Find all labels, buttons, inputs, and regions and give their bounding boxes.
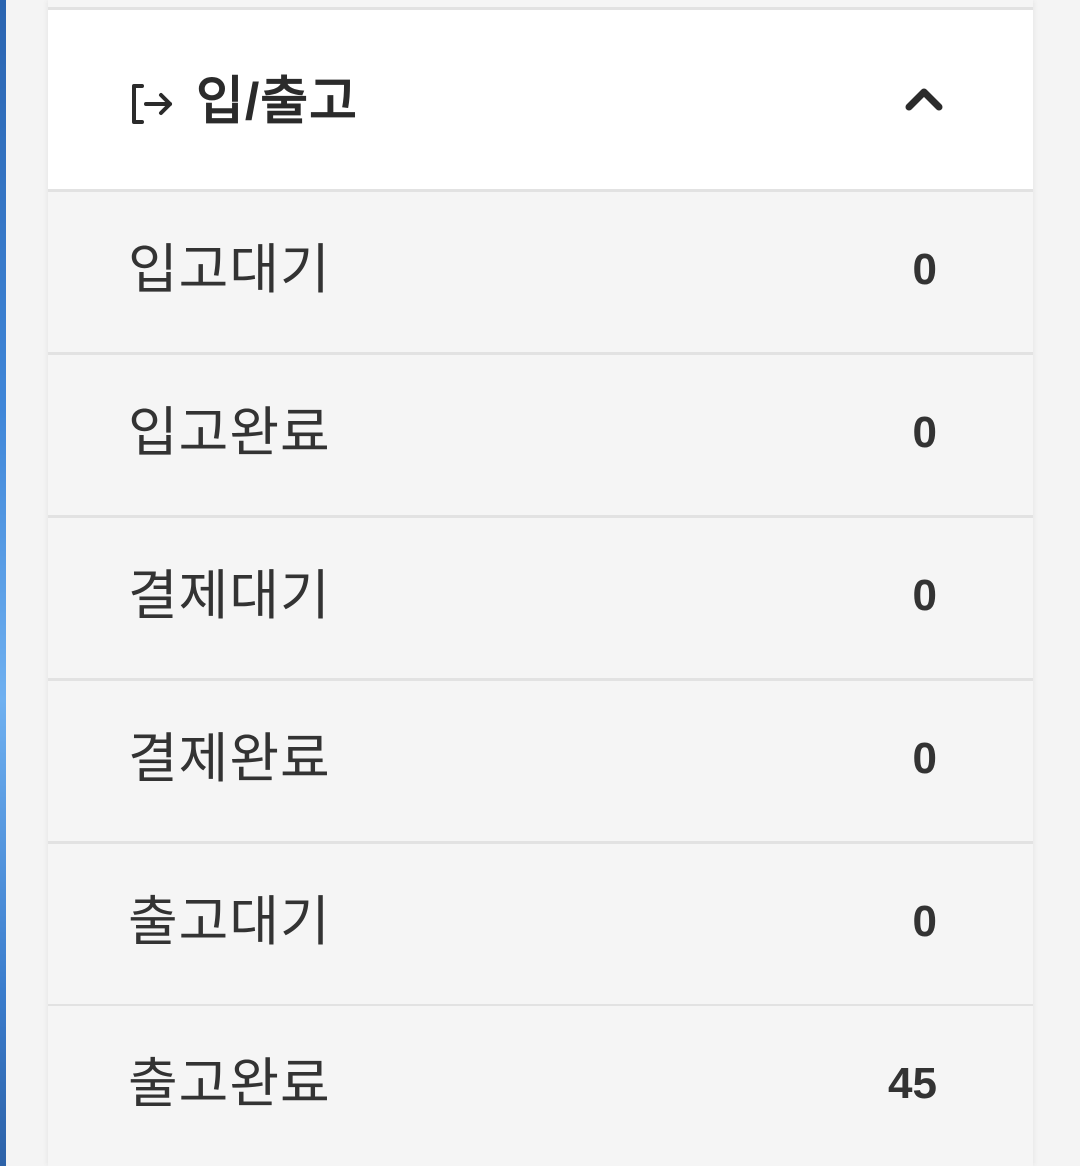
menu-item-count: 0 (912, 408, 937, 457)
menu-item-count: 45 (888, 1059, 937, 1108)
menu-item-label: 입고완료 (128, 403, 331, 463)
menu-item-label: 결제완료 (128, 729, 331, 789)
menu-item-inbound-complete[interactable]: 입고완료 0 (48, 355, 1033, 518)
menu-item-label: 출고대기 (128, 892, 331, 952)
sign-in-icon (132, 84, 172, 124)
menu-item-count: 0 (912, 571, 937, 620)
menu-item-payment-waiting[interactable]: 결제대기 0 (48, 518, 1033, 681)
menu-item-label: 출고완료 (128, 1054, 331, 1114)
section-header-inout[interactable]: 입/출고 (48, 10, 1033, 192)
menu-item-label: 결제대기 (128, 566, 331, 626)
menu-item-label: 입고대기 (128, 240, 331, 300)
chevron-up-icon[interactable] (904, 80, 944, 120)
menu-item-count: 0 (912, 897, 937, 946)
menu-item-count: 0 (912, 734, 937, 783)
section-title: 입/출고 (196, 73, 358, 131)
menu-item-inbound-waiting[interactable]: 입고대기 0 (48, 192, 1033, 355)
menu-item-outbound-waiting[interactable]: 출고대기 0 (48, 844, 1033, 1007)
menu-item-payment-complete[interactable]: 결제완료 0 (48, 681, 1033, 844)
menu-item-outbound-complete[interactable]: 출고완료 45 (48, 1006, 1033, 1166)
inout-section-card: 입/출고 입고대기 0 입고완료 0 결제대기 0 결제완료 0 출고대기 0 … (48, 0, 1033, 1166)
menu-item-count: 0 (912, 245, 937, 294)
